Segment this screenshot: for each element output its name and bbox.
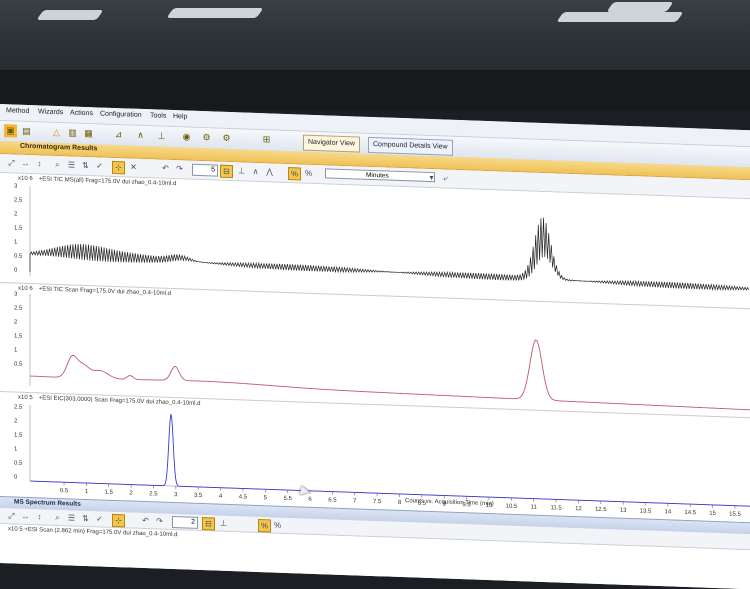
select-icon[interactable]: ⊹ — [112, 160, 125, 175]
list-icon[interactable]: ☰ — [66, 159, 77, 170]
menu-tools[interactable]: Tools — [150, 112, 166, 120]
x-tick-label: 1.5 — [105, 490, 114, 496]
x-tick-label: 3.5 — [194, 493, 203, 499]
open-icon[interactable]: ▤ — [20, 125, 33, 138]
monitor-bezel — [0, 70, 750, 110]
peak-label-icon[interactable]: ⊥ — [218, 518, 229, 529]
ceiling-light — [36, 10, 104, 20]
overlay-icon[interactable]: ⊟ — [202, 517, 215, 531]
zoom-icon[interactable]: ⌕ — [52, 159, 63, 170]
overlay-icon[interactable]: ⊟ — [220, 164, 233, 179]
crosshair-icon[interactable]: ✕ — [128, 161, 139, 172]
x-tick-label: 13 — [620, 508, 627, 514]
axis-icon[interactable]: ∧ — [250, 166, 261, 177]
menu-method[interactable]: Method — [6, 107, 29, 115]
x-tick-label: 13.5 — [640, 508, 652, 514]
x-tick-label: 14 — [665, 509, 672, 515]
tab-compound-details-view[interactable]: Compound Details View — [368, 136, 453, 156]
peak-icon[interactable]: ∧ — [134, 129, 147, 142]
sort-icon[interactable]: ⇅ — [80, 513, 91, 524]
check-icon[interactable]: ✓ — [94, 513, 105, 524]
menu-wizards[interactable]: Wizards — [38, 108, 63, 116]
x-tick-label: 1 — [85, 489, 89, 495]
zoom-icon[interactable]: ⌕ — [52, 512, 63, 523]
x-tick-label: 0.5 — [60, 488, 69, 494]
x-tick-label: 6.5 — [328, 497, 337, 503]
redo-icon[interactable]: ↷ — [174, 163, 185, 174]
stretch-y-icon[interactable]: ↕ — [34, 511, 45, 522]
x-tick-label: 11 — [531, 505, 538, 511]
chart-icon[interactable]: ▥ — [66, 126, 79, 139]
spectrum-icon[interactable]: ⊥ — [155, 129, 168, 142]
x-tick-label: 7 — [353, 498, 357, 504]
time-units-select[interactable]: Minutes — [325, 168, 435, 183]
x-tick-label: 7.5 — [373, 499, 382, 505]
ceiling-light — [606, 2, 674, 12]
x-tick-label: 12.5 — [595, 507, 607, 513]
undo-icon[interactable]: ↶ — [160, 163, 171, 174]
percent-icon[interactable]: % — [272, 519, 283, 530]
integrate-icon[interactable]: ⊿ — [112, 128, 125, 141]
list-icon[interactable]: ☰ — [66, 512, 77, 523]
library-icon[interactable]: ◉ — [180, 130, 193, 143]
x-tick-label: 11.5 — [550, 505, 562, 511]
search-icon[interactable]: ⚙ — [200, 131, 213, 144]
stretch-x-icon[interactable]: ↔ — [20, 511, 31, 522]
percent-icon[interactable]: % — [303, 168, 314, 179]
x-tick-label: 15 — [709, 511, 716, 517]
x-tick-label: 3 — [174, 492, 178, 498]
x-tick-label: 8 — [398, 500, 402, 506]
chromatogram-results-title: Chromatogram Results — [20, 142, 98, 153]
x-tick-label: 12 — [575, 506, 582, 512]
check-icon[interactable]: ✓ — [94, 160, 105, 171]
x-tick-label: 6 — [308, 497, 312, 503]
stretch-y-icon[interactable]: ↕ — [34, 158, 45, 169]
bar-chart-icon[interactable]: ▦ — [82, 127, 95, 140]
menu-configuration[interactable]: Configuration — [100, 110, 142, 118]
redo-icon[interactable]: ↷ — [154, 515, 165, 526]
zoom-x-icon[interactable]: ⤢ — [6, 157, 17, 168]
percent-toggle-icon[interactable]: % — [258, 519, 271, 533]
warning-icon[interactable]: △ — [50, 126, 63, 139]
zoom-x-icon[interactable]: ⤢ — [6, 510, 17, 521]
x-tick-label: 14.5 — [684, 510, 696, 516]
overlay-count-spinner[interactable]: 5 — [192, 163, 218, 177]
sort-icon[interactable]: ⇅ — [80, 160, 91, 171]
percent-toggle-icon[interactable]: % — [288, 167, 301, 181]
tab-navigator-view[interactable]: Navigator View — [303, 134, 360, 153]
application-window: Method Wizards Actions Configuration Too… — [0, 104, 750, 589]
ceiling-light — [556, 12, 684, 22]
stretch-x-icon[interactable]: ↔ — [20, 158, 31, 169]
grid-icon[interactable]: ⊞ — [260, 133, 273, 146]
ms-spectrum-results-title: MS Spectrum Results — [14, 498, 81, 508]
scale-icon[interactable]: ⋀ — [264, 166, 275, 177]
undo-icon[interactable]: ↶ — [140, 515, 151, 526]
peak-label-icon[interactable]: ⊥ — [236, 165, 247, 176]
x-tick-label: 5.5 — [283, 496, 292, 502]
dropdown-arrow-icon[interactable]: ▾ — [426, 172, 437, 183]
x-tick-label: 15.5 — [729, 511, 741, 517]
x-tick-label: 2 — [129, 491, 133, 497]
apply-icon[interactable]: ⤶ — [440, 172, 451, 183]
menu-actions[interactable]: Actions — [70, 109, 93, 117]
method-icon[interactable]: ▣ — [4, 124, 17, 138]
select-icon[interactable]: ⊹ — [112, 513, 125, 528]
x-tick-label: 5 — [264, 495, 268, 501]
ms-overlay-spinner[interactable]: 2 — [172, 516, 198, 529]
menu-help[interactable]: Help — [173, 113, 187, 121]
x-tick-label: 10.5 — [505, 504, 517, 510]
settings-icon[interactable]: ⚙ — [220, 132, 233, 145]
ceiling-light — [166, 8, 264, 18]
x-tick-label: 4 — [219, 494, 223, 500]
x-tick-label: 2.5 — [149, 491, 158, 497]
x-tick-label: 4.5 — [239, 494, 248, 500]
